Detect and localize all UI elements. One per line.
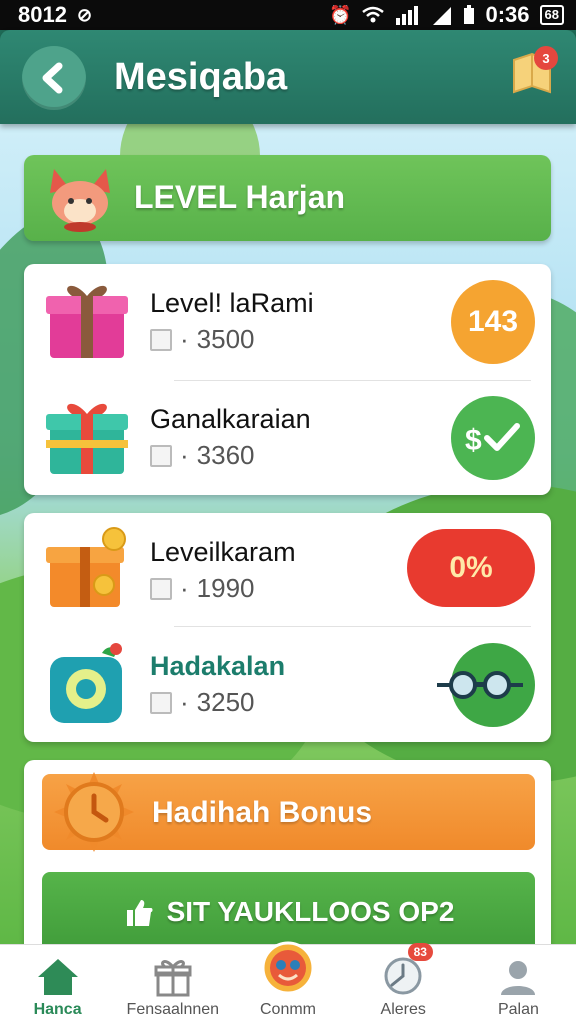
task-title: Ganalkaraian [150, 404, 311, 434]
level-banner: LEVEL Harjan [24, 155, 551, 241]
status-time-left: 8012 [18, 2, 67, 27]
task-value: 3250 [196, 687, 255, 717]
status-time-right: 0:36 [485, 2, 530, 27]
task-value-prefix: · [180, 324, 189, 354]
alarm-icon: ⏰ [329, 4, 352, 25]
task-badge-red[interactable]: 0% [407, 529, 535, 607]
task-badge-green[interactable]: $ [451, 396, 535, 480]
task-value: 3500 [196, 324, 255, 354]
task-subtitle: · 3250 [150, 687, 255, 718]
camera-cube-icon [50, 643, 122, 723]
task-title: Leveilkaram [150, 537, 296, 567]
dollar-check-icon: $ [465, 423, 520, 457]
nav-label: Hanca [33, 1001, 82, 1018]
nav-item-community[interactable]: Conmm [230, 941, 345, 1024]
task-badge-orange[interactable]: 143 [451, 280, 535, 364]
task-value: 3360 [196, 440, 255, 470]
bonus-card: Hadihah Bonus SIT YAUKLLOOS OP2 [24, 760, 551, 960]
task-checkbox[interactable] [150, 691, 172, 714]
back-button[interactable] [22, 46, 86, 110]
task-badge-goggles[interactable] [437, 643, 535, 727]
task-title: Level! laRami [150, 288, 314, 318]
nav-item-home[interactable]: Hanca [0, 945, 115, 1024]
fox-mascot-icon [50, 169, 110, 232]
start-label: SIT YAUKLLOOS OP2 [166, 896, 455, 927]
nav-item-gifts[interactable]: Fensaalnnen [115, 945, 230, 1024]
task-checkbox[interactable] [150, 577, 172, 600]
bottom-nav: Hanca Fensaalnnen Conmm 83 Aleres Palan [0, 941, 576, 1024]
gift-pink-icon [46, 285, 128, 358]
task-value-prefix: · [180, 573, 189, 603]
task-title: Hadakalan [150, 651, 286, 681]
start-button[interactable]: SIT YAUKLLOOS OP2 [42, 872, 535, 952]
task-subtitle: · 1990 [150, 573, 255, 604]
task-row[interactable]: Hadakalan · 3250 [24, 627, 551, 742]
notification-badge: 3 [534, 46, 558, 70]
back-arrow-icon [42, 62, 63, 94]
avatar-icon [261, 941, 315, 995]
svg-text:$: $ [465, 424, 482, 457]
task-row[interactable]: Level! laRami · 3500 143 [24, 264, 551, 379]
gift-teal-icon [46, 403, 128, 474]
task-row[interactable]: Leveilkaram · 1990 0% [24, 513, 551, 628]
sun-clock-icon [54, 772, 134, 852]
wifi-icon [362, 6, 385, 23]
nav-label: Aleres [380, 1001, 426, 1018]
nav-item-alerts[interactable]: 83 Aleres [346, 943, 461, 1024]
task-checkbox[interactable] [150, 328, 172, 351]
goggles-icon [437, 671, 523, 699]
bonus-button[interactable]: Hadihah Bonus [42, 772, 535, 852]
nav-label: Fensaalnnen [126, 1001, 220, 1018]
task-checkbox[interactable] [150, 444, 172, 467]
user-icon [501, 961, 536, 995]
notification-app-icon: ⊘ [76, 4, 93, 25]
signal-icon [396, 6, 419, 25]
signal-icon-2 [433, 7, 452, 25]
battery-level: 68 [539, 5, 564, 25]
app-header: Mesiqaba 3 [0, 30, 576, 124]
task-value-prefix: · [180, 687, 189, 717]
task-row[interactable]: Ganalkaraian · 3360 $ [24, 380, 551, 495]
task-value: 1990 [196, 573, 255, 603]
task-subtitle: · 3360 [150, 440, 255, 471]
battery-icon [464, 5, 475, 24]
status-right: ⏰ 0:36 68 [329, 2, 564, 28]
notification-button[interactable]: 3 [512, 46, 558, 96]
status-left: 8012 ⊘ [18, 2, 92, 28]
gift-orange-icon [46, 527, 126, 607]
nav-label: Conmm [260, 1001, 317, 1018]
page-title: Mesiqaba [114, 56, 288, 98]
nav-alert-badge: 83 [407, 943, 433, 961]
task-value-prefix: · [180, 440, 189, 470]
banner-title: LEVEL Harjan [134, 179, 346, 215]
task-card-2: Leveilkaram · 1990 0% Hadakalan · 3250 [24, 513, 551, 742]
task-subtitle: · 3500 [150, 324, 255, 355]
nav-label: Palan [497, 1001, 539, 1018]
task-card-1: Level! laRami · 3500 143 Ganalkaraian · … [24, 264, 551, 495]
nav-item-profile[interactable]: Palan [461, 945, 576, 1024]
home-icon [37, 959, 78, 995]
clock-icon [384, 957, 422, 995]
thumbs-up-icon [126, 900, 153, 926]
bonus-label: Hadihah Bonus [152, 796, 373, 829]
status-bar: 8012 ⊘ ⏰ 0:36 68 [0, 0, 576, 30]
gift-box-icon [154, 960, 192, 997]
